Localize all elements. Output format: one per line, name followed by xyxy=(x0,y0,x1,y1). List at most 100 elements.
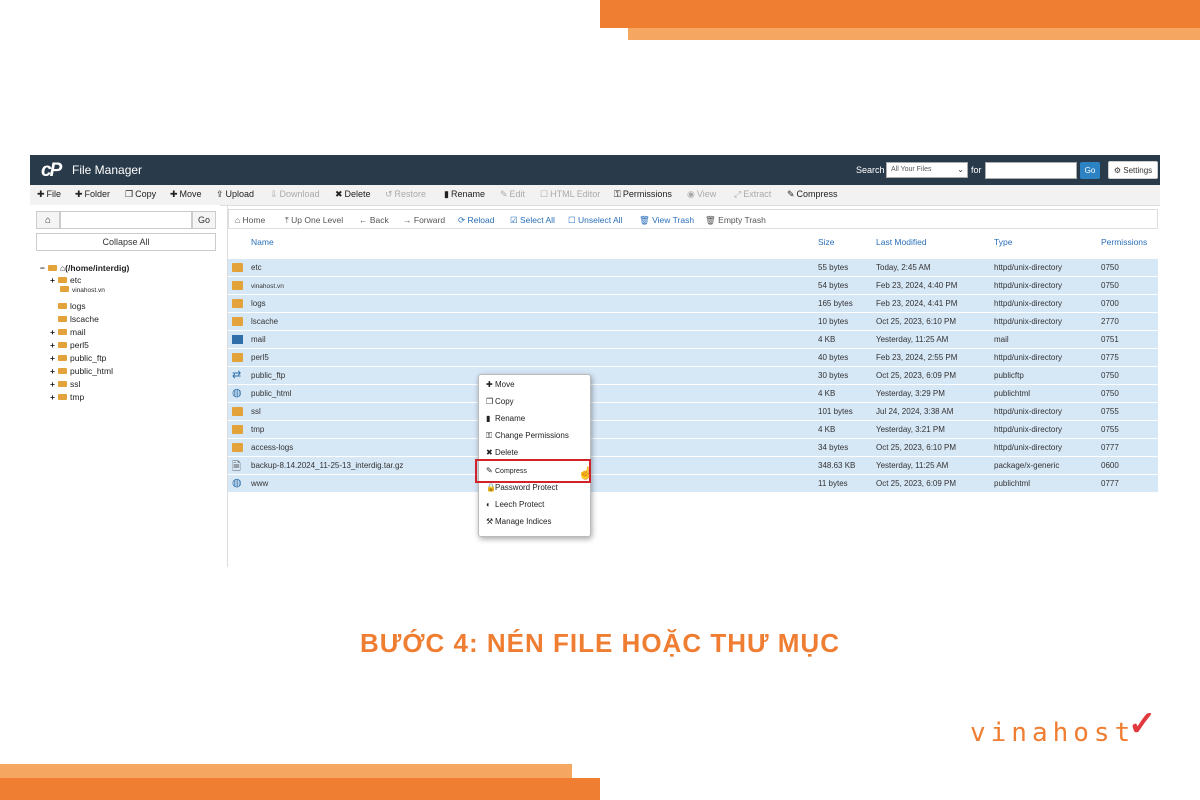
lock-icon: 🔒 xyxy=(486,483,496,492)
menu-item-copy[interactable]: ❐ Copy xyxy=(486,397,514,406)
folder-icon xyxy=(48,264,57,271)
tree-item-perl5[interactable]: + perl5 xyxy=(50,340,89,350)
tree-item-public-html[interactable]: + public_html xyxy=(50,366,113,376)
table-row[interactable]: ◍ www 11 bytes Oct 25, 2023, 6:09 PM pub… xyxy=(228,475,1158,493)
menu-item-delete[interactable]: ✖ Delete xyxy=(486,448,518,457)
move-button[interactable]: ✚ Move xyxy=(170,189,202,200)
file-perms: 0750 xyxy=(1101,281,1119,290)
search-go-button[interactable]: Go xyxy=(1080,162,1100,179)
search-scope-select[interactable]: All Your Files ⌄ xyxy=(886,162,968,178)
view-button[interactable]: ◉ View xyxy=(687,189,716,200)
file-manager-window: cP File Manager Search All Your Files ⌄ … xyxy=(30,155,1160,567)
table-row[interactable]: tmp 4 KB Yesterday, 3:21 PM httpd/unix-d… xyxy=(228,421,1158,439)
table-row[interactable]: access-logs 34 bytes Oct 25, 2023, 6:10 … xyxy=(228,439,1158,457)
file-type: package/x-generic xyxy=(994,461,1060,470)
back-button[interactable]: ← Back xyxy=(359,215,389,225)
plus-icon: + xyxy=(50,392,55,402)
select-all-button[interactable]: ☑ Select All xyxy=(510,215,555,226)
menu-item-leech-protect[interactable]: ◐ Leech Protect xyxy=(486,500,544,509)
menu-item-rename[interactable]: ▮ Rename xyxy=(486,414,525,423)
column-permissions[interactable]: Permissions xyxy=(1101,237,1147,247)
table-row[interactable]: etc 55 bytes Today, 2:45 AM httpd/unix-d… xyxy=(228,259,1158,277)
settings-button[interactable]: ⚙ Settings xyxy=(1108,161,1158,179)
table-row[interactable]: lscache 10 bytes Oct 25, 2023, 6:10 PM h… xyxy=(228,313,1158,331)
wrench-icon: ⚒ xyxy=(486,517,494,526)
tree-item-vinahost[interactable]: vinahost.vn xyxy=(60,286,105,294)
pencil-icon: ✎ xyxy=(500,189,508,199)
empty-trash-button[interactable]: 🗑 Empty Trash xyxy=(705,215,766,226)
delete-button[interactable]: ✖ Delete xyxy=(335,189,371,200)
cpanel-logo: cP xyxy=(41,160,62,181)
tree-item-logs[interactable]: logs xyxy=(58,301,86,311)
new-folder-button[interactable]: ✚ Folder xyxy=(75,189,110,200)
file-size: 4 KB xyxy=(818,389,836,398)
folder-icon xyxy=(232,425,243,434)
tree-item-tmp[interactable]: + tmp xyxy=(50,392,84,402)
tree-item-lscache[interactable]: lscache xyxy=(58,314,99,324)
html-editor-button[interactable]: ☐ HTML Editor xyxy=(540,189,600,200)
restore-button[interactable]: ↺ Restore xyxy=(385,189,426,200)
column-type[interactable]: Type xyxy=(994,237,1012,247)
table-row[interactable]: perl5 40 bytes Feb 23, 2024, 2:55 PM htt… xyxy=(228,349,1158,367)
menu-item-change-permissions[interactable]: ⚿ Change Permissions xyxy=(486,431,569,441)
search-scope-value: All Your Files xyxy=(891,166,932,173)
copy-button[interactable]: ❐ Copy xyxy=(125,189,156,200)
tree-item-etc[interactable]: + etc xyxy=(50,275,81,285)
file-name: perl5 xyxy=(251,353,269,362)
file-perms: 2770 xyxy=(1101,317,1119,326)
delete-icon: ✖ xyxy=(486,448,493,457)
collapse-all-button[interactable]: Collapse All xyxy=(36,233,216,251)
globe-icon: ◍ xyxy=(232,387,242,399)
tree-item-public-ftp[interactable]: + public_ftp xyxy=(50,353,106,363)
file-name: etc xyxy=(251,263,262,272)
table-row[interactable]: 🗎 backup-8.14.2024_11-25-13_interdig.tar… xyxy=(228,457,1158,475)
plus-icon: + xyxy=(50,340,55,350)
home-icon[interactable]: ⌂ xyxy=(36,211,60,229)
extract-button[interactable]: ⤢ Extract xyxy=(734,189,771,200)
reload-button[interactable]: ⟳ Reload xyxy=(458,215,494,226)
table-row[interactable]: mail 4 KB Yesterday, 11:25 AM mail 0751 xyxy=(228,331,1158,349)
rename-button[interactable]: ▮ Rename xyxy=(444,189,485,200)
plus-icon: + xyxy=(50,379,55,389)
unselect-all-button[interactable]: ☐ Unselect All xyxy=(568,215,622,226)
table-row[interactable]: logs 165 bytes Feb 23, 2024, 4:41 PM htt… xyxy=(228,295,1158,313)
folder-icon xyxy=(58,367,67,374)
path-input[interactable] xyxy=(60,211,192,229)
main-toolbar: ✚ File ✚ Folder ❐ Copy ✚ Move ⇪ Upload ⇩ Downl… xyxy=(30,185,1160,206)
column-last-modified[interactable]: Last Modified xyxy=(876,237,927,247)
tree-item-ssl[interactable]: + ssl xyxy=(50,379,80,389)
file-name: www xyxy=(251,479,269,488)
file-type: publichtml xyxy=(994,389,1031,398)
file-type: mail xyxy=(994,335,1009,344)
table-row[interactable]: ssl 101 bytes Jul 24, 2024, 3:38 AM http… xyxy=(228,403,1158,421)
tree-item-mail[interactable]: + mail xyxy=(50,327,86,337)
new-file-button[interactable]: ✚ File xyxy=(37,189,61,200)
forward-button[interactable]: → Forward xyxy=(403,215,445,225)
tree-root[interactable]: − ⌂(/home/interdig) xyxy=(40,263,129,273)
permissions-button[interactable]: ⚿ Permissions xyxy=(614,189,672,200)
column-size[interactable]: Size xyxy=(818,237,835,247)
file-size: 54 bytes xyxy=(818,281,849,290)
view-trash-button[interactable]: 🗑 View Trash xyxy=(639,215,694,226)
file-name: public_ftp xyxy=(251,371,286,380)
search-input[interactable] xyxy=(985,162,1077,179)
gear-icon: ⚙ xyxy=(1113,166,1124,175)
path-go-button[interactable]: Go xyxy=(192,211,216,229)
menu-item-manage-indices[interactable]: ⚒ Manage Indices xyxy=(486,517,551,526)
table-row[interactable]: ◍ public_html 4 KB Yesterday, 3:29 PM pu… xyxy=(228,385,1158,403)
file-type: publichtml xyxy=(994,479,1031,488)
file-modified: Oct 25, 2023, 6:10 PM xyxy=(876,317,957,326)
table-row[interactable]: vinahost.vn 54 bytes Feb 23, 2024, 4:40 … xyxy=(228,277,1158,295)
menu-item-password-protect[interactable]: 🔒Password Protect xyxy=(486,483,558,492)
table-row[interactable]: ⇄ public_ftp 30 bytes Oct 25, 2023, 6:09… xyxy=(228,367,1158,385)
column-name[interactable]: Name xyxy=(251,237,274,247)
home-button[interactable]: ⌂ Home xyxy=(235,215,265,225)
download-button[interactable]: ⇩ Download xyxy=(270,189,320,200)
menu-item-move[interactable]: ✚ Move xyxy=(486,380,515,389)
edit-button[interactable]: ✎ Edit xyxy=(500,189,525,200)
up-one-level-button[interactable]: ⤒ Up One Level xyxy=(285,215,343,226)
upload-button[interactable]: ⇪ Upload xyxy=(216,189,254,200)
folder-icon xyxy=(60,286,69,293)
compress-button[interactable]: ✎ Compress xyxy=(787,189,838,200)
file-perms: 0751 xyxy=(1101,335,1119,344)
